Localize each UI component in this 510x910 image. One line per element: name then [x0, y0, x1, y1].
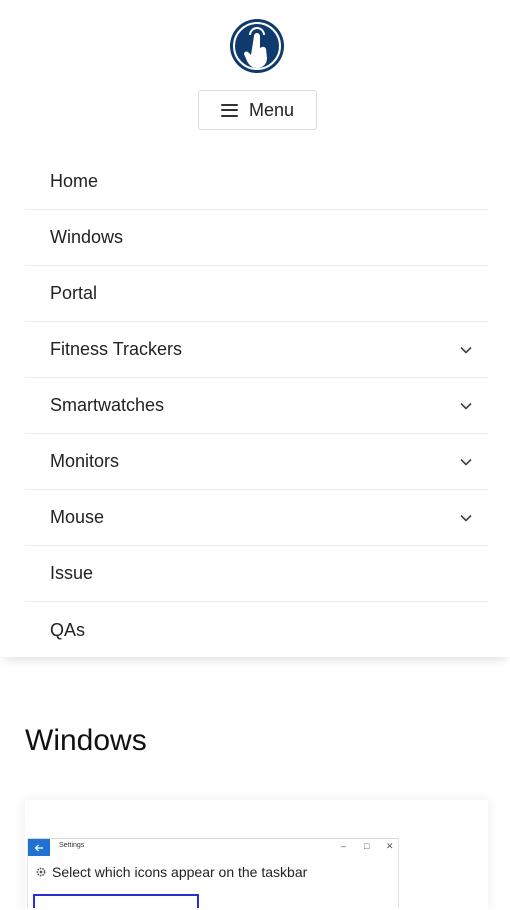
nav-item-label: Smartwatches — [50, 395, 165, 415]
site-header: Menu Home Windows Portal Fitness Tracker… — [0, 0, 510, 657]
gear-icon — [36, 867, 46, 877]
nav-item-windows[interactable]: Windows — [25, 210, 488, 266]
site-logo[interactable] — [229, 18, 285, 74]
article-thumbnail[interactable]: Settings – □ ✕ Select which icons appear… — [27, 838, 399, 908]
nav-item-label: Mouse — [50, 507, 105, 527]
chevron-down-icon[interactable] — [460, 458, 472, 466]
menu-toggle-button[interactable]: Menu — [198, 90, 317, 130]
nav-item-mouse[interactable]: Mouse — [25, 490, 488, 546]
nav-item-label: Windows — [50, 227, 124, 247]
nav-item-qas[interactable]: QAs — [25, 602, 488, 658]
chevron-down-icon[interactable] — [460, 402, 472, 410]
nav-item-fitness-trackers[interactable]: Fitness Trackers — [25, 322, 488, 378]
nav-item-label: Portal — [50, 283, 98, 303]
article-card[interactable]: Settings – □ ✕ Select which icons appear… — [25, 800, 488, 910]
nav-item-portal[interactable]: Portal — [25, 266, 488, 322]
hamburger-icon — [220, 103, 238, 117]
close-icon: ✕ — [386, 841, 394, 851]
nav-item-home[interactable]: Home — [25, 154, 488, 210]
page-title: Windows — [25, 724, 147, 757]
nav-item-label: Monitors — [50, 451, 120, 471]
thumbnail-window-titlebar: Settings – □ ✕ — [28, 838, 398, 856]
thumbnail-window-title: Settings — [59, 842, 85, 849]
thumbnail-setting-text: Select which icons appear on the taskbar — [52, 864, 308, 880]
nav-item-smartwatches[interactable]: Smartwatches — [25, 378, 488, 434]
maximize-icon: □ — [364, 841, 370, 851]
thumbnail-setting-row: Select which icons appear on the taskbar — [36, 864, 307, 880]
main-navigation: Home Windows Portal Fitness Trackers Sma… — [25, 154, 488, 658]
minimize-icon: – — [341, 841, 347, 851]
nav-item-label: Issue — [50, 563, 94, 583]
arrow-left-icon — [28, 839, 50, 856]
chevron-down-icon[interactable] — [460, 514, 472, 522]
menu-button-label: Menu — [248, 99, 295, 120]
nav-item-monitors[interactable]: Monitors — [25, 434, 488, 490]
nav-item-issue[interactable]: Issue — [25, 546, 488, 602]
nav-item-label: Home — [50, 171, 99, 191]
thumbnail-highlight-box — [33, 894, 199, 908]
chevron-down-icon[interactable] — [460, 346, 472, 354]
nav-item-label: QAs — [50, 619, 86, 640]
nav-item-label: Fitness Trackers — [50, 339, 183, 359]
